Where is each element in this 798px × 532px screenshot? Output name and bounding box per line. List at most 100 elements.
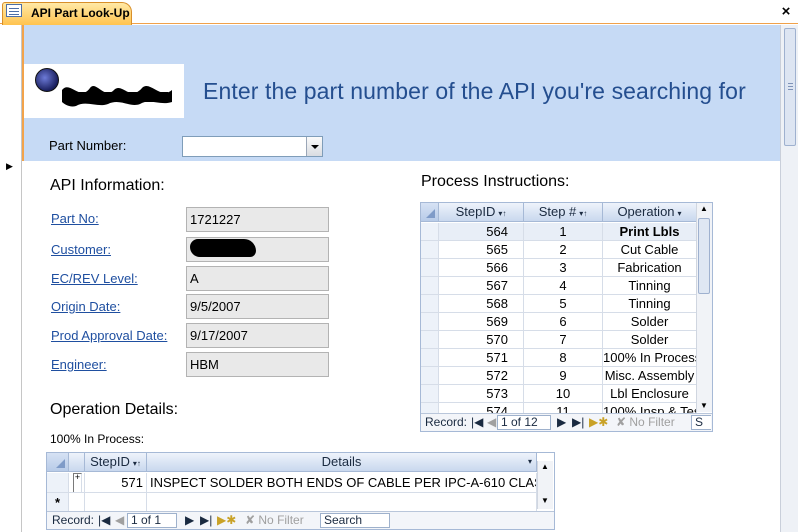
next-record-icon[interactable]: ▶ [557, 414, 566, 430]
first-record-icon[interactable]: |◀ [98, 512, 110, 528]
new-record-icon[interactable]: ▶✱ [217, 512, 236, 528]
operation-cell[interactable]: Lbl Enclosure [603, 385, 697, 403]
first-record-icon[interactable]: |◀ [471, 414, 483, 430]
operation-cell[interactable]: Tinning [603, 277, 697, 295]
operation-cell[interactable]: Print Lbls [603, 223, 697, 241]
scroll-up-icon[interactable]: ▲ [700, 204, 708, 213]
operation-cell[interactable]: Solder [603, 331, 697, 349]
column-header-step-number[interactable]: Step # ▾↑ [524, 203, 603, 222]
stepid-cell[interactable]: 572 [439, 367, 524, 385]
stepid-cell[interactable]: 571 [439, 349, 524, 367]
row-selector[interactable] [421, 277, 439, 295]
operation-cell[interactable]: Solder [603, 313, 697, 331]
last-record-icon[interactable]: ▶| [200, 512, 212, 528]
prod-approval-date-label[interactable]: Prod Approval Date: [51, 328, 167, 343]
table-row[interactable]: 572 9 Misc. Assembly [421, 367, 697, 385]
new-record-row[interactable]: * [47, 493, 537, 513]
op-stepid-cell[interactable]: 571 [85, 473, 147, 493]
step-number-cell[interactable]: 7 [524, 331, 603, 349]
last-record-icon[interactable]: ▶| [572, 414, 584, 430]
record-selector-strip[interactable] [0, 25, 22, 532]
step-number-cell[interactable]: 2 [524, 241, 603, 259]
customer-label[interactable]: Customer: [51, 242, 111, 257]
select-all-corner[interactable] [421, 203, 439, 222]
table-row[interactable]: 568 5 Tinning [421, 295, 697, 313]
table-row[interactable]: 564 1 Print Lbls [421, 223, 697, 241]
table-row[interactable]: + 571 INSPECT SOLDER BOTH ENDS OF CABLE … [47, 473, 537, 493]
row-selector[interactable] [421, 331, 439, 349]
column-header-operation[interactable]: Operation ▾ [603, 203, 697, 222]
table-row[interactable]: 566 3 Fabrication [421, 259, 697, 277]
current-record-field[interactable]: 1 of 1 [127, 513, 177, 528]
stepid-cell[interactable]: 564 [439, 223, 524, 241]
table-row[interactable]: 571 8 100% In Process [421, 349, 697, 367]
step-number-cell[interactable]: 5 [524, 295, 603, 313]
origin-date-label[interactable]: Origin Date: [51, 299, 120, 314]
stepid-cell[interactable]: 566 [439, 259, 524, 277]
part-number-combo[interactable] [182, 136, 323, 157]
row-selector[interactable] [421, 241, 439, 259]
ec-rev-level-field[interactable]: A [186, 266, 329, 291]
scroll-down-icon[interactable]: ▼ [700, 401, 708, 410]
form-scrollbar-thumb[interactable] [784, 28, 796, 146]
engineer-label[interactable]: Engineer: [51, 357, 107, 372]
row-selector[interactable] [421, 259, 439, 277]
ec-rev-level-label[interactable]: EC/REV Level: [51, 271, 138, 286]
row-selector[interactable] [421, 223, 439, 241]
next-record-icon[interactable]: ▶ [185, 512, 194, 528]
operation-cell[interactable]: Cut Cable [603, 241, 697, 259]
step-number-cell[interactable]: 6 [524, 313, 603, 331]
new-record-icon[interactable]: ▶✱ [589, 414, 608, 430]
column-header-stepid[interactable]: StepID ▾↑ [439, 203, 524, 222]
operation-cell[interactable]: Fabrication [603, 259, 697, 277]
search-field[interactable]: Search [320, 513, 390, 528]
new-details-cell[interactable] [147, 493, 537, 513]
table-row[interactable]: 573 10 Lbl Enclosure [421, 385, 697, 403]
stepid-cell[interactable]: 565 [439, 241, 524, 259]
table-row[interactable]: 565 2 Cut Cable [421, 241, 697, 259]
close-icon[interactable]: × [778, 3, 794, 21]
operation-cell[interactable]: Tinning [603, 295, 697, 313]
engineer-field[interactable]: HBM [186, 352, 329, 377]
table-row[interactable]: 567 4 Tinning [421, 277, 697, 295]
operation-cell[interactable]: 100% In Process [603, 349, 697, 367]
stepid-cell[interactable]: 569 [439, 313, 524, 331]
no-filter-button[interactable]: ✘ No Filter [245, 512, 304, 528]
part-no-label[interactable]: Part No: [51, 211, 99, 226]
process-instructions-grid[interactable]: StepID ▾↑ Step # ▾↑ Operation ▾ 564 1 Print L… [420, 202, 713, 432]
scroll-down-icon[interactable]: ▼ [541, 496, 549, 505]
operation-details-grid[interactable]: StepID ▾↑ Details ▾ + 571 INSPECT SOLDER … [46, 452, 555, 530]
row-selector[interactable] [421, 367, 439, 385]
stepid-cell[interactable]: 567 [439, 277, 524, 295]
step-number-cell[interactable]: 8 [524, 349, 603, 367]
expand-icon[interactable]: + [69, 473, 85, 493]
scroll-up-icon[interactable]: ▲ [541, 462, 549, 471]
column-header-details[interactable]: Details ▾ [147, 453, 537, 472]
column-header-stepid[interactable]: StepID ▾↑ [85, 453, 147, 472]
stepid-cell[interactable]: 570 [439, 331, 524, 349]
operation-cell[interactable]: Misc. Assembly [603, 367, 697, 385]
row-selector[interactable] [421, 349, 439, 367]
stepid-cell[interactable]: 568 [439, 295, 524, 313]
stepid-cell[interactable]: 573 [439, 385, 524, 403]
table-row[interactable]: 570 7 Solder [421, 331, 697, 349]
row-selector[interactable] [421, 295, 439, 313]
step-number-cell[interactable]: 10 [524, 385, 603, 403]
select-all-corner[interactable] [47, 453, 69, 472]
table-row[interactable]: 569 6 Solder [421, 313, 697, 331]
row-selector[interactable] [421, 385, 439, 403]
part-no-field[interactable]: 1721227 [186, 207, 329, 232]
process-grid-scrollbar-thumb[interactable] [698, 218, 710, 294]
origin-date-field[interactable]: 9/5/2007 [186, 294, 329, 319]
no-filter-button[interactable]: ✘ No Filter [616, 414, 675, 430]
new-stepid-cell[interactable] [85, 493, 147, 513]
prod-approval-date-field[interactable]: 9/17/2007 [186, 323, 329, 348]
step-number-cell[interactable]: 9 [524, 367, 603, 385]
step-number-cell[interactable]: 4 [524, 277, 603, 295]
current-record-field[interactable]: 1 of 12 [497, 415, 551, 430]
op-details-cell[interactable]: INSPECT SOLDER BOTH ENDS OF CABLE PER IP… [147, 473, 537, 493]
previous-record-icon[interactable]: ◀ [487, 414, 496, 430]
step-number-cell[interactable]: 1 [524, 223, 603, 241]
step-number-cell[interactable]: 3 [524, 259, 603, 277]
row-selector[interactable] [421, 313, 439, 331]
